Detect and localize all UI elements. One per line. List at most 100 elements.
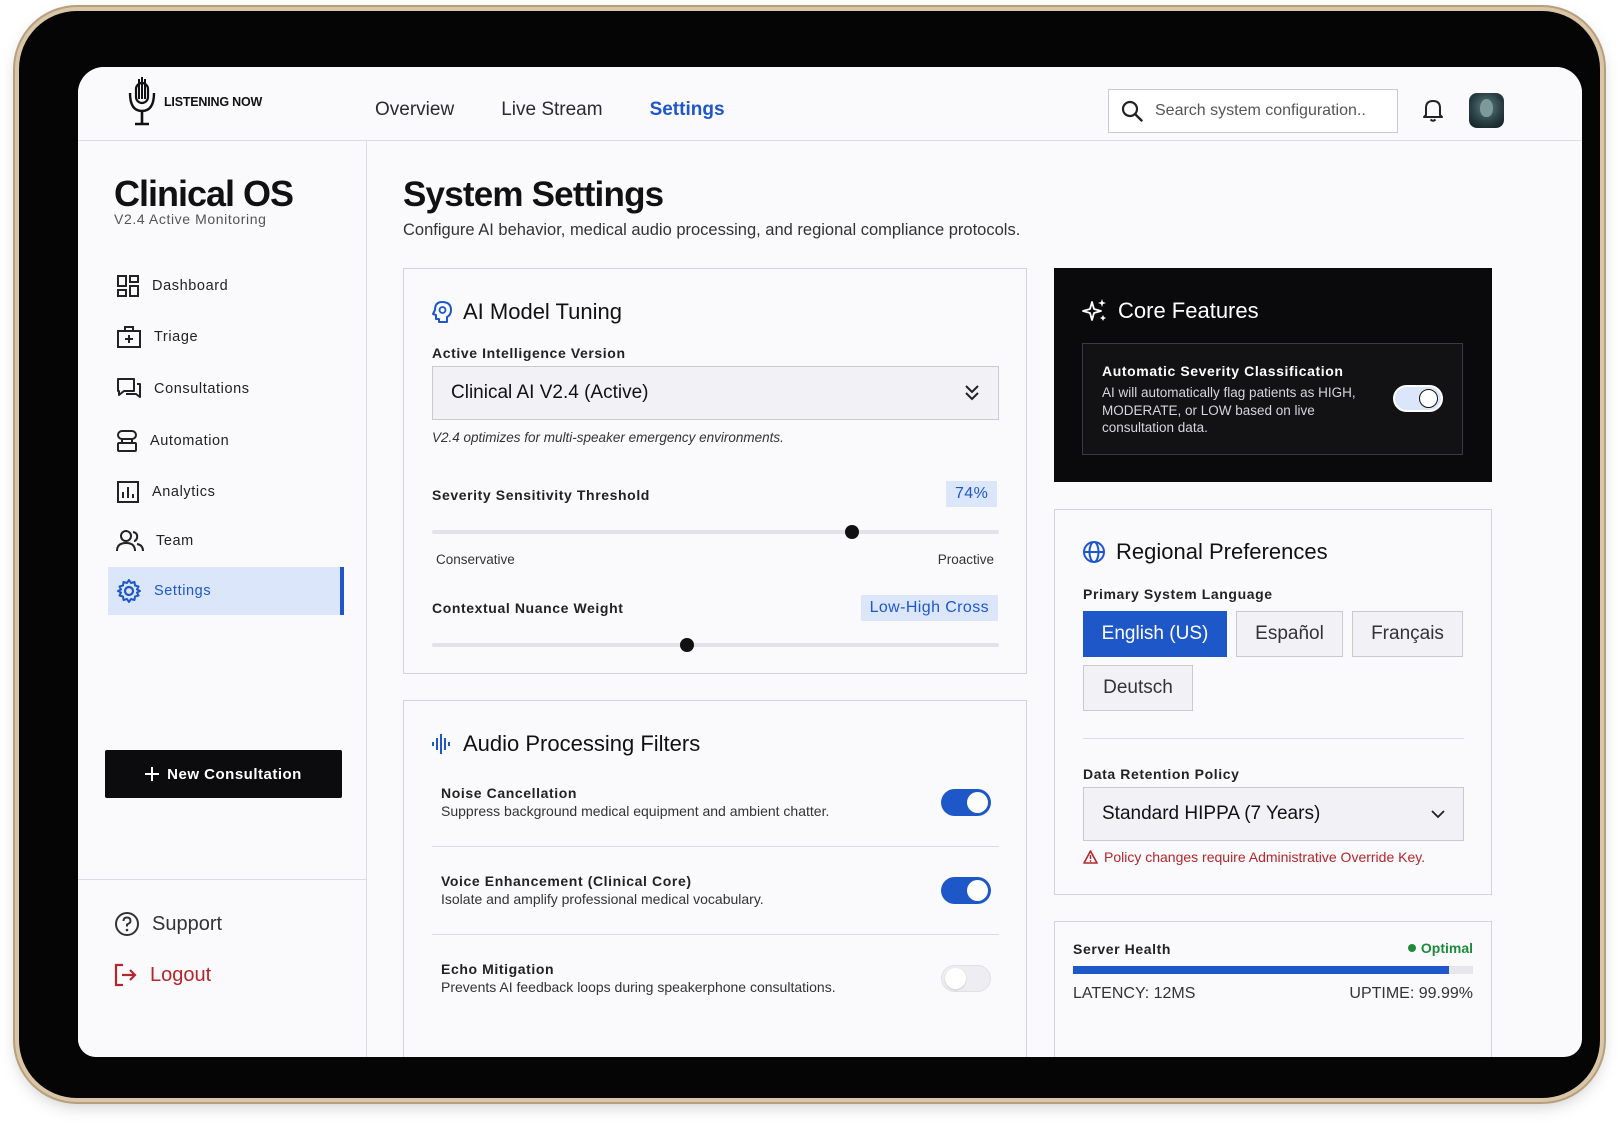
sidebar: Clinical OS V2.4 Active Monitoring Dashb… [78, 141, 367, 1057]
core-features-card: Core Features Automatic Severity Classif… [1054, 268, 1492, 482]
nav-overview[interactable]: Overview [375, 99, 454, 121]
filter-echo-name: Echo Mitigation [441, 961, 555, 977]
severity-feature-title: Automatic Severity Classification [1102, 363, 1344, 379]
ai-version-select[interactable]: Clinical AI V2.4 (Active) [432, 366, 999, 420]
plus-icon [145, 767, 160, 781]
severity-classification-toggle[interactable] [1393, 385, 1443, 412]
sidebar-item-label: Dashboard [152, 278, 229, 294]
sidebar-item-settings[interactable]: Settings [108, 567, 344, 615]
sidebar-version: V2.4 Active Monitoring [114, 211, 267, 227]
sidebar-item-automation[interactable]: Automation [108, 418, 344, 464]
sidebar-item-label: Consultations [154, 381, 250, 397]
sidebar-item-team[interactable]: Team [108, 518, 344, 564]
sidebar-item-label: Analytics [152, 484, 216, 500]
nuance-value-badge: Low-High Cross [860, 595, 998, 621]
retention-warning-text: Policy changes require Administrative Ov… [1104, 849, 1426, 865]
sidebar-item-dashboard[interactable]: Dashboard [108, 263, 344, 309]
filter-voice-desc: Isolate and amplify professional medical… [441, 891, 764, 907]
server-health-title: Server Health [1073, 941, 1172, 957]
nuance-slider-track[interactable] [432, 643, 999, 647]
retention-policy-value: Standard HIPPA (7 Years) [1102, 803, 1321, 824]
echo-mitigation-toggle[interactable] [941, 965, 991, 992]
sidebar-item-label: Team [156, 533, 194, 549]
language-spanish-button[interactable]: Español [1236, 611, 1343, 657]
version-label: Active Intelligence Version [432, 345, 626, 361]
severity-feature-panel: Automatic Severity Classification AI wil… [1082, 343, 1463, 455]
voice-enhancement-toggle[interactable] [941, 877, 991, 904]
support-link[interactable]: Support [114, 911, 222, 937]
dashboard-icon [117, 275, 139, 297]
chevron-down-icon [1431, 810, 1445, 819]
new-consultation-button[interactable]: New Consultation [105, 750, 342, 798]
filter-echo-desc: Prevents AI feedback loops during speake… [441, 979, 836, 995]
notifications-button[interactable] [1421, 97, 1445, 128]
audio-filters-heading: Audio Processing Filters [463, 731, 701, 756]
nav-live-stream[interactable]: Live Stream [501, 99, 602, 121]
language-english-button[interactable]: English (US) [1083, 611, 1227, 657]
gear-icon [117, 579, 141, 603]
regional-divider [1083, 738, 1464, 739]
medical-kit-icon [117, 326, 141, 348]
help-icon [115, 912, 139, 936]
regional-title: Regional Preferences [1082, 539, 1328, 565]
sidebar-item-consultations[interactable]: Consultations [108, 366, 344, 412]
ai-model-tuning-title: AI Model Tuning [431, 299, 622, 325]
retention-label: Data Retention Policy [1083, 766, 1240, 782]
logo-text: LISTENING NOW [164, 95, 263, 109]
sensitivity-slider-track[interactable] [432, 530, 999, 534]
sidebar-item-label: Settings [154, 583, 212, 599]
core-features-heading: Core Features [1118, 298, 1259, 323]
sidebar-item-triage[interactable]: Triage [108, 314, 344, 360]
page-subtitle: Configure AI behavior, medical audio pro… [403, 221, 1021, 239]
sidebar-item-label: Automation [150, 433, 230, 449]
nav-settings[interactable]: Settings [650, 99, 725, 121]
search-input[interactable] [1155, 102, 1390, 120]
status-dot [1407, 944, 1416, 952]
microphone-logo-icon [128, 77, 156, 126]
filter-divider [432, 934, 999, 935]
team-icon [116, 530, 144, 552]
user-avatar[interactable] [1469, 93, 1504, 128]
severity-feature-desc: AI will automatically flag patients as H… [1102, 385, 1356, 435]
sidebar-divider [78, 879, 367, 880]
chat-icon [117, 378, 141, 398]
sensitivity-slider-thumb[interactable] [844, 525, 859, 539]
sensitivity-min-label: Conservative [436, 552, 515, 567]
sensitivity-value-badge: 74% [946, 481, 998, 507]
ai-model-tuning-heading: AI Model Tuning [463, 299, 622, 324]
logout-link[interactable]: Logout [114, 963, 211, 987]
sensitivity-label: Severity Sensitivity Threshold [432, 487, 650, 503]
app-logo[interactable]: LISTENING NOW [126, 77, 262, 127]
search-icon [1121, 100, 1143, 122]
language-french-button[interactable]: Français [1352, 611, 1463, 657]
nuance-slider-thumb[interactable] [680, 638, 695, 652]
retention-policy-select[interactable]: Standard HIPPA (7 Years) [1083, 787, 1464, 841]
language-german-button[interactable]: Deutsch [1083, 665, 1193, 711]
audio-filters-card: Audio Processing Filters Noise Cancellat… [403, 700, 1027, 1057]
sensitivity-max-label: Proactive [937, 552, 994, 567]
search-box[interactable] [1108, 89, 1398, 133]
filter-noise-name: Noise Cancellation [441, 785, 578, 801]
ai-model-tuning-card: AI Model Tuning Active Intelligence Vers… [403, 268, 1027, 674]
audio-waveform-icon [432, 734, 450, 754]
sparkle-icon [1082, 299, 1106, 321]
latency-readout: LATENCY: 12MS [1073, 985, 1196, 1002]
logout-icon [114, 963, 137, 987]
support-label: Support [152, 912, 223, 935]
core-features-title: Core Features [1082, 298, 1259, 324]
main-nav: Overview Live Stream Settings [375, 99, 725, 121]
uptime-readout: UPTIME: 99.99% [1349, 985, 1473, 1002]
server-status-text: Optimal [1420, 940, 1473, 956]
retention-warning: Policy changes require Administrative Ov… [1083, 849, 1425, 865]
sidebar-item-analytics[interactable]: Analytics [108, 469, 344, 515]
ai-version-value: Clinical AI V2.4 (Active) [451, 382, 649, 403]
app-screen: LISTENING NOW Overview Live Stream Setti… [78, 67, 1582, 1057]
filter-noise-desc: Suppress background medical equipment an… [441, 803, 830, 819]
globe-icon [1083, 541, 1105, 563]
server-health-card: Server Health Optimal LATENCY: 12MS UPTI… [1054, 921, 1492, 1057]
automation-icon [117, 430, 137, 452]
noise-cancellation-toggle[interactable] [941, 789, 991, 816]
audio-filters-title: Audio Processing Filters [431, 731, 700, 757]
filter-divider [432, 846, 999, 847]
server-health-fill [1073, 966, 1449, 974]
